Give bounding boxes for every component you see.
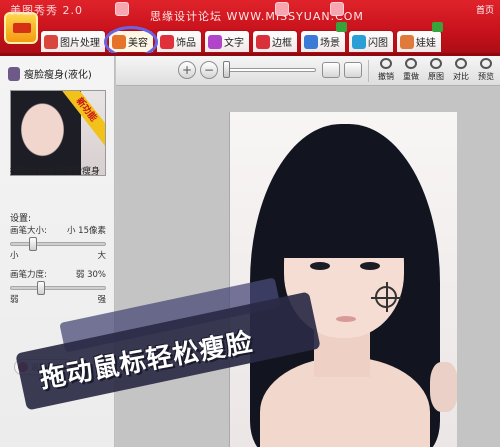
redo-label: 重做 xyxy=(403,72,419,81)
preview-icon xyxy=(480,58,492,69)
tab-scene[interactable]: 场景 xyxy=(300,22,347,52)
compare-label: 对比 xyxy=(453,72,469,81)
tab-label: 饰品 xyxy=(176,38,196,49)
panel-title: 瘦脸瘦身(液化) xyxy=(24,70,92,81)
panel-header: 瘦脸瘦身(液化) xyxy=(8,66,92,81)
new-badge-icon xyxy=(336,22,347,32)
brush-force-slider-thumb[interactable] xyxy=(37,281,46,295)
panel-hint: 拖动鼠标进行瘦脸瘦身 xyxy=(10,167,101,177)
tab-label: 娃娃 xyxy=(416,38,436,49)
redo-button[interactable]: 重做 xyxy=(399,58,423,84)
preview-label: 预览 xyxy=(478,72,494,81)
tab-text[interactable]: 文字 xyxy=(204,30,250,52)
zoom-out-button[interactable]: − xyxy=(200,61,218,79)
tab-frame[interactable]: 边框 xyxy=(252,30,298,52)
tab-label: 场景 xyxy=(320,38,340,49)
brush-force-min: 弱 xyxy=(75,270,85,280)
main-tabs: 图片处理 美容 饰品 文字 边框 场景 闪图 娃娃 xyxy=(40,22,443,52)
doll-icon xyxy=(400,34,414,49)
top-bar: 美图秀秀 2.0 思缘设计论坛 WWW.MISSYUAN.COM 首页 图片处理… xyxy=(0,0,500,58)
highlight-circle xyxy=(104,26,158,58)
zoom-slider-thumb[interactable] xyxy=(223,61,230,78)
decoration-icon xyxy=(115,2,129,16)
compare-icon xyxy=(455,58,467,69)
brush-size-setting: 画笔大小: 小 15像素 小 大 xyxy=(10,224,106,261)
photo-bangs xyxy=(274,140,414,258)
brush-force-value: 30% xyxy=(87,270,106,280)
tab-doll[interactable]: 娃娃 xyxy=(396,22,443,52)
brush-size-label: 画笔大小: xyxy=(10,226,47,236)
brush-size-value: 15像素 xyxy=(78,226,106,236)
original-icon xyxy=(430,58,442,69)
compare-button[interactable]: 对比 xyxy=(449,58,473,84)
text-icon xyxy=(208,34,222,49)
brush-size-right-end: 大 xyxy=(97,251,106,261)
brush-force-setting: 画笔力度: 弱 30% 弱 强 xyxy=(10,268,106,305)
undo-button[interactable]: 撤销 xyxy=(374,58,398,84)
redo-icon xyxy=(405,58,417,69)
fit-screen-button[interactable] xyxy=(322,62,340,78)
photo-lips xyxy=(336,316,356,322)
photo-canvas xyxy=(116,87,500,447)
tab-image-edit[interactable]: 图片处理 xyxy=(40,30,106,52)
canvas-toolbar: + − 撤销 重做 原图 对比 预览 xyxy=(116,56,500,86)
settings-label: 设置: xyxy=(10,214,32,224)
brush-force-right-end: 强 xyxy=(97,295,106,305)
actual-size-button[interactable] xyxy=(344,62,362,78)
brush-size-min: 小 xyxy=(66,226,76,236)
toolbar-divider xyxy=(368,60,369,82)
frame-icon xyxy=(256,34,270,49)
decoration-icon xyxy=(275,2,289,16)
tab-label: 闪图 xyxy=(368,38,388,49)
home-link[interactable]: 首页 xyxy=(476,3,494,16)
heart-icon xyxy=(160,34,174,49)
tab-heart[interactable]: 饰品 xyxy=(156,30,202,52)
photo-hand xyxy=(430,362,457,412)
photo-right-eye xyxy=(360,262,380,270)
app-title: 美图秀秀 2.0 xyxy=(10,4,83,17)
zoom-slider[interactable] xyxy=(226,68,316,72)
tab-label: 图片处理 xyxy=(60,38,100,49)
brush-force-label: 画笔力度: xyxy=(10,270,47,280)
scene-icon xyxy=(304,34,318,49)
brush-size-left-end: 小 xyxy=(10,251,19,261)
image-edit-icon xyxy=(44,34,58,49)
zoom-in-button[interactable]: + xyxy=(178,61,196,79)
original-button[interactable]: 原图 xyxy=(424,58,448,84)
tab-label: 文字 xyxy=(224,38,244,49)
tab-label: 边框 xyxy=(272,38,292,49)
move-cursor-icon xyxy=(371,282,401,312)
brush-force-slider[interactable] xyxy=(10,281,106,295)
undo-label: 撤销 xyxy=(378,72,394,81)
flash-icon xyxy=(352,34,366,49)
body-slim-icon xyxy=(8,66,20,81)
undo-icon xyxy=(380,58,392,69)
new-badge-icon xyxy=(432,22,443,32)
preview-button[interactable]: 预览 xyxy=(474,58,498,84)
photo-left-eye xyxy=(310,262,330,270)
original-label: 原图 xyxy=(428,72,444,81)
brush-size-slider[interactable] xyxy=(10,237,106,251)
brush-force-left-end: 弱 xyxy=(10,295,19,305)
brush-size-slider-thumb[interactable] xyxy=(28,237,37,251)
tab-flash[interactable]: 闪图 xyxy=(348,30,394,52)
decoration-icon xyxy=(330,2,344,16)
